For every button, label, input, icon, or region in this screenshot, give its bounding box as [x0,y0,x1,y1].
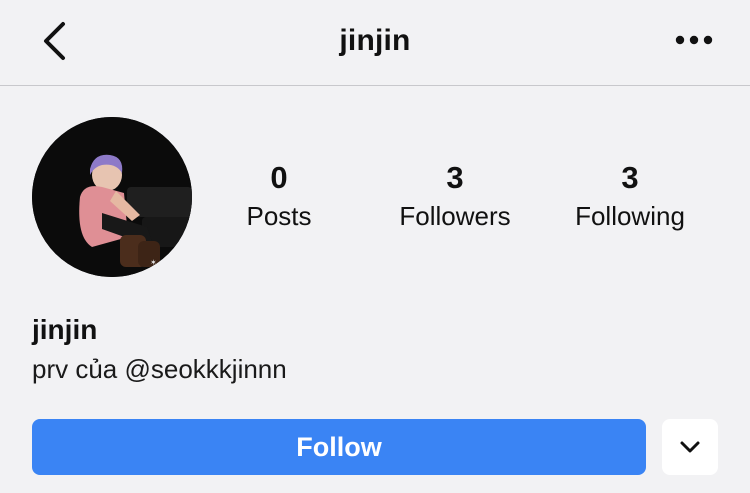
profile-name: jinjin [32,314,98,345]
posts-count: 0 [270,160,288,195]
more-options-button[interactable] [672,28,716,52]
following-label: Following [575,201,685,231]
following-count: 3 [621,160,639,195]
posts-label: Posts [246,201,312,231]
page-title: jinjin [339,24,411,57]
followers-label: Followers [399,201,511,231]
follow-button[interactable]: Follow [32,419,646,475]
following-stat[interactable]: 3 Following [545,160,715,234]
chevron-down-icon [680,441,700,453]
more-horizontal-icon [675,35,713,45]
navigation-bar: jinjin [0,0,750,86]
avatar-photo: ✶ [32,117,192,277]
suggested-accounts-dropdown-button[interactable] [662,419,718,475]
followers-stat[interactable]: 3 Followers [370,160,540,234]
posts-stat[interactable]: 0 Posts [194,160,364,234]
profile-bio: prv của @seokkkjinnn [32,354,287,384]
followers-count: 3 [446,160,464,195]
profile-avatar[interactable]: ✶ [32,117,192,277]
svg-text:✶: ✶ [150,258,157,267]
